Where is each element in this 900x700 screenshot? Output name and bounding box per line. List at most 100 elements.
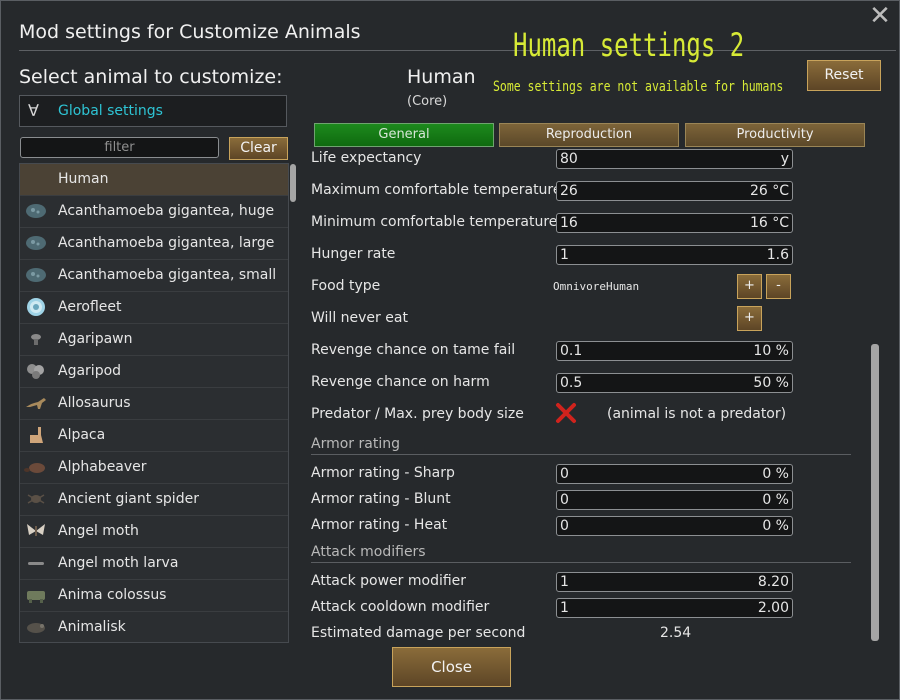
select-animal-heading: Select animal to customize: bbox=[19, 66, 283, 88]
tab-productivity[interactable]: Productivity bbox=[685, 123, 865, 147]
animal-list-item[interactable]: Acanthamoeba gigantea, huge bbox=[20, 196, 288, 228]
life-expectancy-label: Life expectancy bbox=[311, 150, 422, 166]
cross-icon[interactable] bbox=[555, 402, 577, 424]
banner-title: Human settings 2 bbox=[513, 26, 745, 64]
global-settings-label: Global settings bbox=[58, 103, 163, 119]
animal-list-item[interactable]: Human bbox=[20, 164, 288, 196]
field-value: 16 bbox=[560, 215, 578, 231]
armor-section-divider bbox=[311, 454, 851, 455]
animal-label: Anima colossus bbox=[58, 587, 167, 603]
animal-label: Aerofleet bbox=[58, 299, 122, 315]
animal-label: Alphabeaver bbox=[58, 459, 147, 475]
revenge-harm-field[interactable]: 0.5 50 % bbox=[556, 373, 793, 393]
animal-list-item[interactable]: Anima colossus bbox=[20, 580, 288, 612]
animal-list-item[interactable]: Agaripawn bbox=[20, 324, 288, 356]
selected-animal-name: Human bbox=[407, 66, 476, 88]
attack-cooldown-field[interactable]: 1 2.00 bbox=[556, 598, 793, 618]
armor-sharp-label: Armor rating - Sharp bbox=[311, 465, 455, 481]
field-value: 0 bbox=[560, 492, 569, 508]
animal-list-item[interactable]: Angel moth bbox=[20, 516, 288, 548]
revenge-harm-label: Revenge chance on harm bbox=[311, 374, 490, 390]
attack-power-label: Attack power modifier bbox=[311, 573, 467, 589]
armor-heat-field[interactable]: 0 0 % bbox=[556, 516, 793, 536]
animal-label: Agaripawn bbox=[58, 331, 133, 347]
agaripawn-icon bbox=[31, 334, 41, 345]
attack-section-heading: Attack modifiers bbox=[311, 544, 426, 560]
field-value: 0.1 bbox=[560, 343, 583, 359]
amoeba-icon bbox=[26, 204, 46, 218]
food-type-label: Food type bbox=[311, 278, 381, 294]
mod-settings-window: ✕ Mod settings for Customize Animals Hum… bbox=[0, 0, 900, 700]
animal-label: Angel moth larva bbox=[58, 555, 179, 571]
animal-list-item[interactable]: Aerofleet bbox=[20, 292, 288, 324]
agaripod-icon bbox=[27, 364, 44, 379]
field-value: 1 bbox=[560, 247, 569, 263]
field-value: 0 bbox=[560, 518, 569, 534]
never-eat-add-button[interactable]: + bbox=[737, 306, 762, 331]
alphabeaver-icon bbox=[24, 463, 45, 473]
animal-label: Agaripod bbox=[58, 363, 122, 379]
food-type-remove-button[interactable]: - bbox=[766, 274, 791, 299]
field-value: 1 bbox=[560, 574, 569, 590]
animal-list-scrollbar[interactable] bbox=[289, 163, 297, 641]
field-value: 80 bbox=[560, 151, 578, 167]
food-type-add-button[interactable]: + bbox=[737, 274, 762, 299]
animal-list-item[interactable]: Allosaurus bbox=[20, 388, 288, 420]
field-value: 0.5 bbox=[560, 375, 583, 391]
animal-list-item[interactable]: Agaripod bbox=[20, 356, 288, 388]
settings-panel: Life expectancy 80 y Maximum comfortable… bbox=[307, 149, 867, 644]
animal-list-item[interactable]: Ancient giant spider bbox=[20, 484, 288, 516]
animal-list-item[interactable]: Animalisk bbox=[20, 612, 288, 642]
hunger-rate-label: Hunger rate bbox=[311, 246, 396, 262]
tab-general[interactable]: General bbox=[314, 123, 494, 147]
field-display: 0 % bbox=[762, 466, 789, 482]
alpaca-icon bbox=[30, 427, 43, 443]
attack-cooldown-label: Attack cooldown modifier bbox=[311, 599, 490, 615]
min-temp-label: Minimum comfortable temperature bbox=[311, 214, 558, 230]
attack-section-divider bbox=[311, 562, 851, 563]
animalisk-icon bbox=[27, 623, 45, 633]
moth-icon bbox=[27, 524, 45, 536]
animal-list-scroll-thumb[interactable] bbox=[290, 164, 296, 202]
field-value: 0 bbox=[560, 466, 569, 482]
armor-blunt-label: Armor rating - Blunt bbox=[311, 491, 451, 507]
life-expectancy-field[interactable]: 80 y bbox=[556, 149, 793, 169]
banner-subtitle: Some settings are not available for huma… bbox=[493, 79, 784, 95]
dps-label: Estimated damage per second bbox=[311, 625, 526, 641]
field-display: y bbox=[780, 151, 789, 167]
reset-button[interactable]: Reset bbox=[807, 60, 881, 91]
animal-label: Alpaca bbox=[58, 427, 106, 443]
attack-power-field[interactable]: 1 8.20 bbox=[556, 572, 793, 592]
animal-list-item[interactable]: Alpaca bbox=[20, 420, 288, 452]
global-settings-item[interactable]: ∀ Global settings bbox=[19, 95, 287, 127]
settings-scroll-thumb[interactable] bbox=[871, 344, 879, 641]
animal-list-item[interactable]: Acanthamoeba gigantea, small bbox=[20, 260, 288, 292]
never-eat-label: Will never eat bbox=[311, 310, 408, 326]
tab-reproduction[interactable]: Reproduction bbox=[499, 123, 679, 147]
max-temp-field[interactable]: 26 26 °C bbox=[556, 181, 793, 201]
revenge-tame-field[interactable]: 0.1 10 % bbox=[556, 341, 793, 361]
animal-list-item[interactable]: Acanthamoeba gigantea, large bbox=[20, 228, 288, 260]
amoeba-icon bbox=[26, 268, 46, 282]
animal-list-item[interactable]: Angel moth larva bbox=[20, 548, 288, 580]
field-value: 1 bbox=[560, 600, 569, 616]
hunger-rate-field[interactable]: 1 1.6 bbox=[556, 245, 793, 265]
animal-list-item[interactable]: Alphabeaver bbox=[20, 452, 288, 484]
for-all-icon: ∀ bbox=[28, 101, 39, 120]
close-icon[interactable]: ✕ bbox=[867, 3, 893, 29]
predator-note: (animal is not a predator) bbox=[607, 406, 787, 422]
larva-icon bbox=[28, 562, 44, 565]
animal-label: Acanthamoeba gigantea, small bbox=[58, 267, 277, 283]
aerofleet-icon bbox=[27, 298, 45, 316]
field-display: 0 % bbox=[762, 492, 789, 508]
armor-blunt-field[interactable]: 0 0 % bbox=[556, 490, 793, 510]
animal-label: Acanthamoeba gigantea, large bbox=[58, 235, 275, 251]
min-temp-field[interactable]: 16 16 °C bbox=[556, 213, 793, 233]
filter-input[interactable] bbox=[20, 137, 219, 158]
armor-sharp-field[interactable]: 0 0 % bbox=[556, 464, 793, 484]
close-button[interactable]: Close bbox=[392, 647, 511, 687]
field-display: 26 °C bbox=[749, 183, 789, 199]
clear-button[interactable]: Clear bbox=[229, 137, 288, 160]
animal-label: Angel moth bbox=[58, 523, 139, 539]
allosaurus-icon bbox=[26, 398, 46, 409]
